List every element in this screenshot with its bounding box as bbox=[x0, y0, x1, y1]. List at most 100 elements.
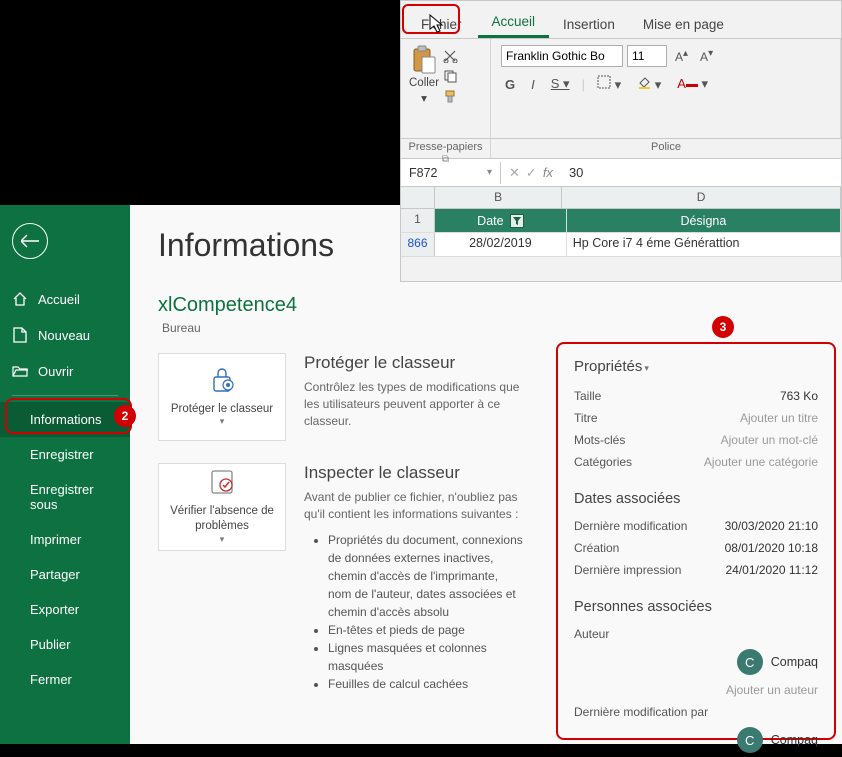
cut-button[interactable] bbox=[443, 49, 461, 65]
prop-keywords[interactable]: Mots-clésAjouter un mot-clé bbox=[574, 429, 818, 451]
nav-publier[interactable]: Publier bbox=[0, 627, 130, 662]
nav-enregistrer[interactable]: Enregistrer bbox=[0, 437, 130, 472]
cancel-formula-button[interactable]: ✕ bbox=[509, 165, 520, 181]
lock-icon bbox=[207, 367, 237, 396]
protect-workbook-button[interactable]: Protéger le classeur ▾ bbox=[158, 353, 286, 441]
inspect-list: Propriétés du document, connexions de do… bbox=[328, 531, 524, 693]
name-box[interactable]: F872▾ bbox=[401, 162, 501, 184]
nav-imprimer[interactable]: Imprimer bbox=[0, 522, 130, 557]
nav-label: Ouvrir bbox=[38, 364, 73, 379]
check-issues-button[interactable]: Vérifier l'absence de problèmes ▾ bbox=[158, 463, 286, 551]
format-painter-button[interactable] bbox=[443, 89, 461, 105]
nav-label: Informations bbox=[30, 412, 102, 427]
properties-dropdown[interactable]: Propriétés▾ bbox=[574, 358, 818, 375]
copy-button[interactable] bbox=[443, 69, 461, 85]
nav-accueil[interactable]: Accueil bbox=[0, 281, 130, 317]
tab-insertion[interactable]: Insertion bbox=[549, 9, 629, 38]
dates-heading: Dates associées bbox=[574, 491, 818, 507]
lastmod-label-row: Dernière modification par bbox=[574, 701, 818, 723]
increase-font-button[interactable]: A▴ bbox=[671, 46, 692, 66]
font-color-button[interactable]: A ▾ bbox=[673, 74, 712, 94]
excel-ribbon-overlay: Fichier Accueil Insertion Mise en page C… bbox=[400, 0, 842, 282]
arrow-left-icon bbox=[21, 234, 39, 248]
nav-label: Fermer bbox=[30, 672, 72, 687]
fill-color-button[interactable]: ▾ bbox=[633, 73, 665, 95]
filter-icon[interactable] bbox=[510, 214, 524, 228]
italic-button[interactable]: I bbox=[527, 75, 539, 94]
lastmod-row[interactable]: C Compaq bbox=[574, 723, 818, 757]
nav-enregistrer-sous[interactable]: Enregistrer sous bbox=[0, 472, 130, 522]
inspect-item: Lignes masquées et colonnes masquées bbox=[328, 639, 524, 675]
card-label: Vérifier l'absence de problèmes bbox=[165, 504, 279, 534]
table-header-designation[interactable]: Désigna bbox=[567, 209, 841, 232]
nav-label: Imprimer bbox=[30, 532, 81, 547]
prop-title[interactable]: TitreAjouter un titre bbox=[574, 407, 818, 429]
home-icon bbox=[12, 291, 28, 307]
group-label-clipboard: Presse-papiers ⧉ bbox=[401, 139, 491, 158]
lastmod-name: Compaq bbox=[771, 733, 818, 747]
prop-last-modified: Dernière modification30/03/2020 21:10 bbox=[574, 515, 818, 537]
prop-categories[interactable]: CatégoriesAjouter une catégorie bbox=[574, 451, 818, 473]
nav-label: Enregistrer bbox=[30, 447, 94, 462]
nav-separator bbox=[12, 395, 118, 396]
nav-partager[interactable]: Partager bbox=[0, 557, 130, 592]
chevron-down-icon: ▾ bbox=[421, 91, 427, 105]
properties-panel: Propriétés▾ Taille763 Ko TitreAjouter un… bbox=[556, 342, 836, 740]
cell-date[interactable]: 28/02/2019 bbox=[435, 233, 567, 256]
nav-label: Accueil bbox=[38, 292, 80, 307]
callout-badge-2: 2 bbox=[114, 405, 136, 427]
row-header-866[interactable]: 866 bbox=[401, 233, 435, 256]
prop-size: Taille763 Ko bbox=[574, 385, 818, 407]
formula-bar[interactable]: 30 bbox=[561, 161, 841, 184]
avatar: C bbox=[737, 727, 763, 753]
nav-exporter[interactable]: Exporter bbox=[0, 592, 130, 627]
add-author-button[interactable]: Ajouter un auteur bbox=[574, 679, 818, 701]
inspect-item: Propriétés du document, connexions de do… bbox=[328, 531, 524, 621]
tab-mise-en-page[interactable]: Mise en page bbox=[629, 9, 738, 38]
file-new-icon bbox=[12, 327, 28, 343]
borders-button[interactable]: ▾ bbox=[593, 73, 625, 95]
nav-ouvrir[interactable]: Ouvrir bbox=[0, 353, 130, 389]
nav-label: Exporter bbox=[30, 602, 79, 617]
select-all-cell[interactable] bbox=[401, 187, 435, 208]
chevron-down-icon: ▾ bbox=[644, 363, 649, 373]
card-label: Protéger le classeur bbox=[171, 402, 273, 417]
protect-title: Protéger le classeur bbox=[304, 353, 524, 373]
author-row[interactable]: C Compaq bbox=[574, 645, 818, 679]
cell-designation[interactable]: Hp Core i7 4 éme Générattion bbox=[567, 233, 841, 256]
prop-created: Création08/01/2020 10:18 bbox=[574, 537, 818, 559]
nav-label: Publier bbox=[30, 637, 70, 652]
back-button[interactable] bbox=[12, 223, 48, 259]
underline-button[interactable]: S ▾ bbox=[547, 74, 574, 94]
protect-desc: Contrôlez les types de modifications que… bbox=[304, 379, 524, 429]
people-heading: Personnes associées bbox=[574, 599, 818, 615]
decrease-font-button[interactable]: A▾ bbox=[696, 46, 717, 66]
font-size-select[interactable] bbox=[627, 45, 667, 67]
font-name-select[interactable] bbox=[501, 45, 623, 67]
enter-formula-button[interactable]: ✓ bbox=[526, 165, 537, 181]
chevron-down-icon: ▾ bbox=[220, 534, 225, 545]
fx-button[interactable]: fx bbox=[543, 165, 553, 180]
bold-button[interactable]: G bbox=[501, 75, 519, 94]
author-name: Compaq bbox=[771, 655, 818, 669]
row-header-1[interactable]: 1 bbox=[401, 209, 435, 232]
nav-fermer[interactable]: Fermer bbox=[0, 662, 130, 697]
nav-nouveau[interactable]: Nouveau bbox=[0, 317, 130, 353]
nav-label: Enregistrer sous bbox=[30, 482, 118, 512]
nav-informations[interactable]: Informations bbox=[0, 402, 130, 437]
table-header-date[interactable]: Date bbox=[435, 209, 567, 232]
inspect-item: Feuilles de calcul cachées bbox=[328, 675, 524, 693]
prop-last-printed: Dernière impression24/01/2020 11:12 bbox=[574, 559, 818, 581]
inspect-title: Inspecter le classeur bbox=[304, 463, 524, 483]
paste-button[interactable]: Coller ▾ bbox=[409, 45, 439, 105]
callout-badge-3: 3 bbox=[712, 316, 734, 338]
backstage-sidebar: Accueil Nouveau Ouvrir Informations Enre… bbox=[0, 205, 130, 744]
checklist-icon bbox=[208, 469, 236, 498]
document-title: xlCompetence4 bbox=[158, 294, 814, 317]
column-header-b[interactable]: B bbox=[435, 187, 562, 208]
inspect-desc: Avant de publier ce fichier, n'oubliez p… bbox=[304, 489, 524, 523]
folder-open-icon bbox=[12, 363, 28, 379]
tab-accueil[interactable]: Accueil bbox=[478, 6, 550, 38]
font-group: A▴ A▾ G I S ▾ | ▾ ▾ A ▾ bbox=[491, 39, 841, 138]
column-header-d[interactable]: D bbox=[562, 187, 841, 208]
